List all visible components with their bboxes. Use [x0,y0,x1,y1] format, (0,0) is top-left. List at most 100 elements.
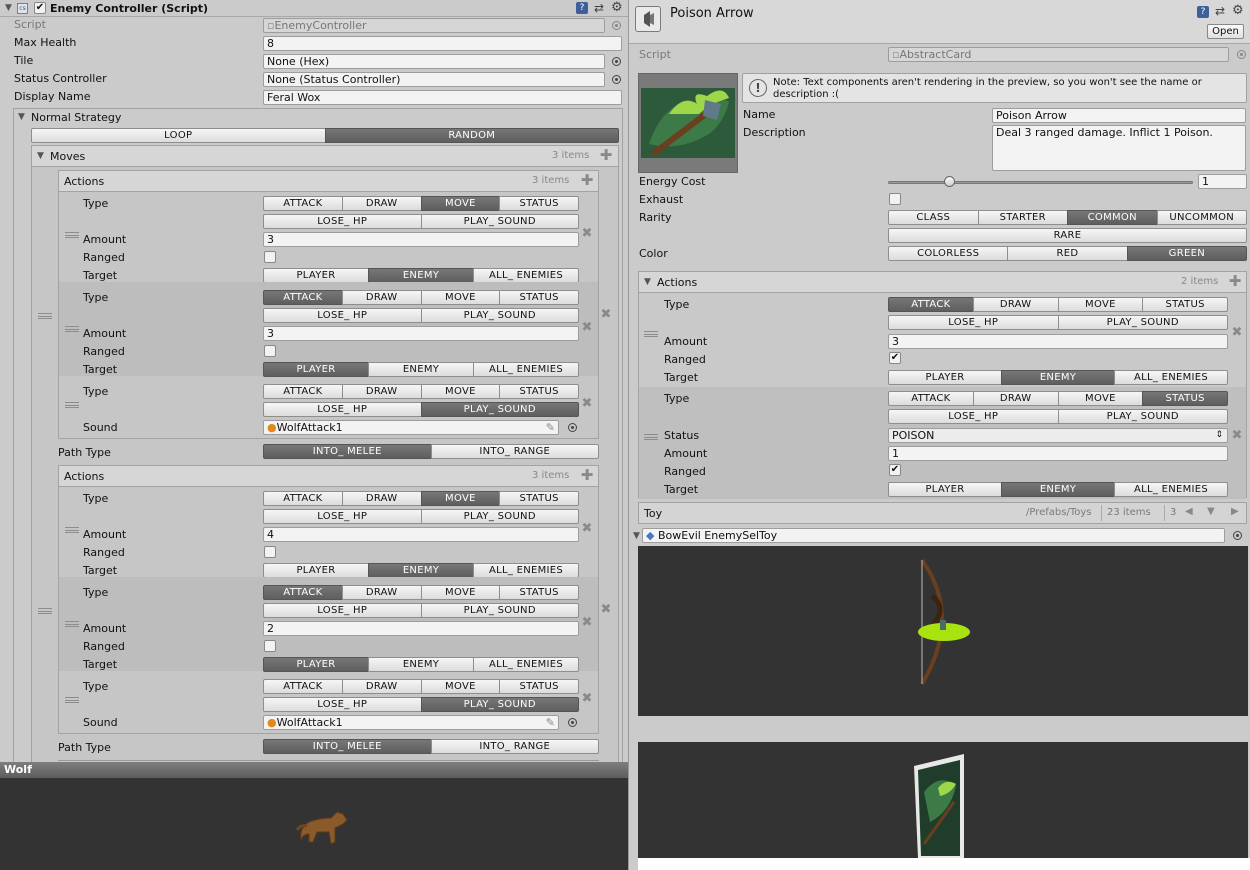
card-actions-foldout-icon[interactable]: ▼ [644,277,651,287]
open-button[interactable]: Open [1207,24,1244,39]
remove-action-icon[interactable]: ✖ [581,396,593,411]
target-toggle-option[interactable]: ENEMY [368,268,474,283]
move-drag-handle-icon[interactable] [38,313,52,319]
drag-handle-icon[interactable] [65,232,79,238]
strategy-option-loop[interactable]: LOOP [31,128,326,143]
energy-cost-field[interactable]: 1 [1198,174,1247,189]
amount-field[interactable]: 3 [263,232,579,247]
amount-field[interactable]: 4 [263,527,579,542]
target-toggle-option[interactable]: ENEMY [368,362,474,377]
card-ranged-checkbox[interactable]: ✔ [889,464,901,476]
type-toggle-row1-option[interactable]: MOVE [420,196,501,211]
preset-icon[interactable]: ⇄ [594,1,604,15]
card-script-picker-icon[interactable] [1237,50,1246,59]
rarity-starter[interactable]: STARTER [977,210,1068,225]
type-toggle-row1-option[interactable]: MOVE [420,290,501,305]
card-name-field[interactable]: Poison Arrow [992,108,1246,123]
sound-picker-icon[interactable] [568,718,577,727]
card-type-toggle-row1-option[interactable]: ATTACK [888,297,974,312]
move-drag-handle-icon[interactable] [38,608,52,614]
type-toggle-row1-option[interactable]: STATUS [499,491,579,506]
type-toggle-row1-option[interactable]: STATUS [499,290,579,305]
type-toggle-row2-option[interactable]: LOSE_ HP [263,308,422,323]
type-toggle-row1-option[interactable]: ATTACK [263,384,343,399]
moves-foldout-icon[interactable]: ▼ [37,151,44,161]
ranged-checkbox[interactable] [264,251,276,263]
card-target-toggle-option[interactable]: ENEMY [1001,370,1115,385]
type-toggle-row2-option[interactable]: PLAY_ SOUND [420,697,579,712]
gear-icon[interactable]: ⚙ [611,0,623,15]
card-type-toggle-row2-option[interactable]: PLAY_ SOUND [1057,409,1228,424]
card-target-toggle-option[interactable]: ALL_ ENEMIES [1114,370,1228,385]
card-target-toggle-option[interactable]: ENEMY [1001,482,1115,497]
type-toggle-row2-option[interactable]: LOSE_ HP [263,697,422,712]
normal-strategy-foldout-icon[interactable]: ▼ [18,112,25,122]
drag-handle-icon[interactable] [65,697,79,703]
type-toggle-row1-option[interactable]: MOVE [420,491,501,506]
edit-pencil-icon[interactable]: ✎ [546,421,555,434]
type-toggle-row2-option[interactable]: PLAY_ SOUND [420,308,579,323]
type-toggle-row1-option[interactable]: STATUS [499,679,579,694]
type-toggle-row2-option[interactable]: LOSE_ HP [263,402,422,417]
card-type-toggle-row1-option[interactable]: MOVE [1057,297,1144,312]
target-toggle-option[interactable]: PLAYER [263,268,369,283]
remove-action-icon[interactable]: ✖ [581,320,593,335]
rarity-common[interactable]: COMMON [1067,210,1158,225]
drag-handle-icon[interactable] [65,621,79,627]
path-type-toggle-option[interactable]: INTO_ RANGE [430,444,599,459]
color-colorless[interactable]: COLORLESS [888,246,1009,261]
card-type-toggle-row1-option[interactable]: DRAW [972,297,1059,312]
toy-next-icon[interactable]: ▶ [1231,506,1239,517]
add-card-action-button[interactable]: ✚ [1227,274,1243,290]
type-toggle-row2-option[interactable]: PLAY_ SOUND [420,509,579,524]
drag-handle-icon[interactable] [65,326,79,332]
collapse-arrow-icon[interactable]: ▼ [5,3,12,13]
type-toggle-row1-option[interactable]: ATTACK [263,585,343,600]
card-type-toggle-row2-option[interactable]: PLAY_ SOUND [1057,315,1228,330]
type-toggle-row1-option[interactable]: ATTACK [263,679,343,694]
toy-object-picker-icon[interactable] [1233,531,1242,540]
type-toggle-row1-option[interactable]: DRAW [341,679,422,694]
energy-slider-track[interactable] [888,181,1193,184]
target-toggle-option[interactable]: PLAYER [263,657,369,672]
sound-field[interactable]: ●WolfAttack1 ✎ [263,715,559,730]
rarity-rare[interactable]: RARE [888,228,1247,243]
card-amount-field[interactable]: 3 [888,334,1228,349]
color-green[interactable]: GREEN [1126,246,1247,261]
toy-prev-icon[interactable]: ◀ [1185,506,1193,517]
remove-card-action-icon[interactable]: ✖ [1231,325,1243,340]
type-toggle-row1-option[interactable]: DRAW [341,585,422,600]
drag-handle-icon[interactable] [65,527,79,533]
path-type-toggle-option[interactable]: INTO_ MELEE [263,739,432,754]
status-controller-field[interactable]: None (Status Controller) [263,72,605,87]
target-toggle-option[interactable]: ENEMY [368,657,474,672]
type-toggle-row2-option[interactable]: PLAY_ SOUND [420,603,579,618]
type-toggle-row1-option[interactable]: STATUS [499,384,579,399]
card-target-toggle-option[interactable]: PLAYER [888,482,1002,497]
card-target-toggle-option[interactable]: PLAYER [888,370,1002,385]
card-type-toggle-row1-option[interactable]: DRAW [972,391,1059,406]
status-controller-picker-icon[interactable] [612,75,621,84]
exhaust-checkbox[interactable] [889,193,901,205]
type-toggle-row2-option[interactable]: LOSE_ HP [263,603,422,618]
strategy-option-random[interactable]: RANDOM [324,128,619,143]
card-ranged-checkbox[interactable]: ✔ [889,352,901,364]
amount-field[interactable]: 3 [263,326,579,341]
ranged-checkbox[interactable] [264,345,276,357]
help-icon[interactable]: ? [576,2,588,14]
gear-icon-right[interactable]: ⚙ [1232,3,1244,18]
type-toggle-row1-option[interactable]: STATUS [499,585,579,600]
path-type-toggle-option[interactable]: INTO_ MELEE [263,444,432,459]
remove-move-icon[interactable]: ✖ [600,307,612,322]
remove-action-icon[interactable]: ✖ [581,521,593,536]
toy-object-field[interactable]: ◆ BowEvil EnemySelToy [642,528,1225,543]
rarity-uncommon[interactable]: UNCOMMON [1156,210,1247,225]
add-action-button[interactable]: ✚ [579,468,595,484]
type-toggle-row1-option[interactable]: ATTACK [263,491,343,506]
target-toggle-option[interactable]: ALL_ ENEMIES [473,268,579,283]
card-type-toggle-row1-option[interactable]: MOVE [1057,391,1144,406]
target-toggle-option[interactable]: ALL_ ENEMIES [473,657,579,672]
card-type-toggle-row1-option[interactable]: STATUS [1142,297,1228,312]
tile-picker-icon[interactable] [612,57,621,66]
color-red[interactable]: RED [1007,246,1128,261]
